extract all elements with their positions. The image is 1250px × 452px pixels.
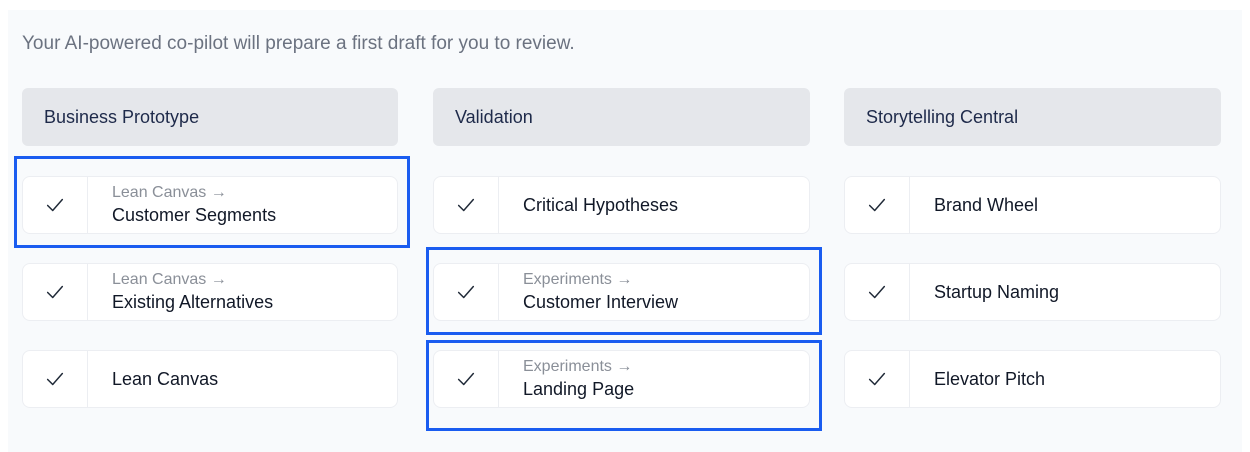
column-header-storytelling-central: Storytelling Central — [844, 88, 1221, 146]
card-label: Startup Naming — [934, 282, 1060, 302]
check-icon[interactable] — [23, 264, 88, 320]
option-card-brand-wheel[interactable]: Brand Wheel — [844, 176, 1221, 234]
option-card-lean-canvas[interactable]: Lean Canvas — [22, 350, 398, 408]
column-header-validation: Validation — [433, 88, 810, 146]
option-card-elevator-pitch[interactable]: Elevator Pitch — [844, 350, 1221, 408]
option-card-existing-alternatives[interactable]: Lean Canvas → Existing Alternatives — [22, 263, 398, 321]
card-label: Landing Page — [523, 379, 635, 399]
check-icon[interactable] — [23, 351, 88, 407]
check-icon[interactable] — [845, 264, 910, 320]
card-label: Customer Interview — [523, 292, 679, 312]
card-breadcrumb: Experiments → — [523, 271, 633, 288]
option-card-startup-naming[interactable]: Startup Naming — [844, 263, 1221, 321]
card-label: Elevator Pitch — [934, 369, 1046, 389]
card-label: Customer Segments — [112, 205, 277, 225]
option-card-critical-hypotheses[interactable]: Critical Hypotheses — [433, 176, 810, 234]
card-label: Critical Hypotheses — [523, 195, 679, 215]
card-label: Lean Canvas — [112, 369, 219, 389]
option-card-customer-interview[interactable]: Experiments → Customer Interview — [433, 263, 810, 321]
check-icon[interactable] — [845, 351, 910, 407]
card-label: Brand Wheel — [934, 195, 1039, 215]
option-card-landing-page[interactable]: Experiments → Landing Page — [433, 350, 810, 408]
panel-subtitle: Your AI-powered co-pilot will prepare a … — [22, 33, 575, 54]
card-breadcrumb: Lean Canvas → — [112, 271, 227, 288]
column-header-business-prototype: Business Prototype — [22, 88, 398, 146]
card-breadcrumb: Experiments → — [523, 358, 633, 375]
check-icon[interactable] — [845, 177, 910, 233]
check-icon[interactable] — [434, 264, 499, 320]
cropped-heading — [0, 0, 1250, 10]
card-breadcrumb: Lean Canvas → — [112, 184, 227, 201]
check-icon[interactable] — [434, 351, 499, 407]
option-card-customer-segments[interactable]: Lean Canvas → Customer Segments — [22, 176, 398, 234]
check-icon[interactable] — [434, 177, 499, 233]
card-label: Existing Alternatives — [112, 292, 274, 312]
check-icon[interactable] — [23, 177, 88, 233]
